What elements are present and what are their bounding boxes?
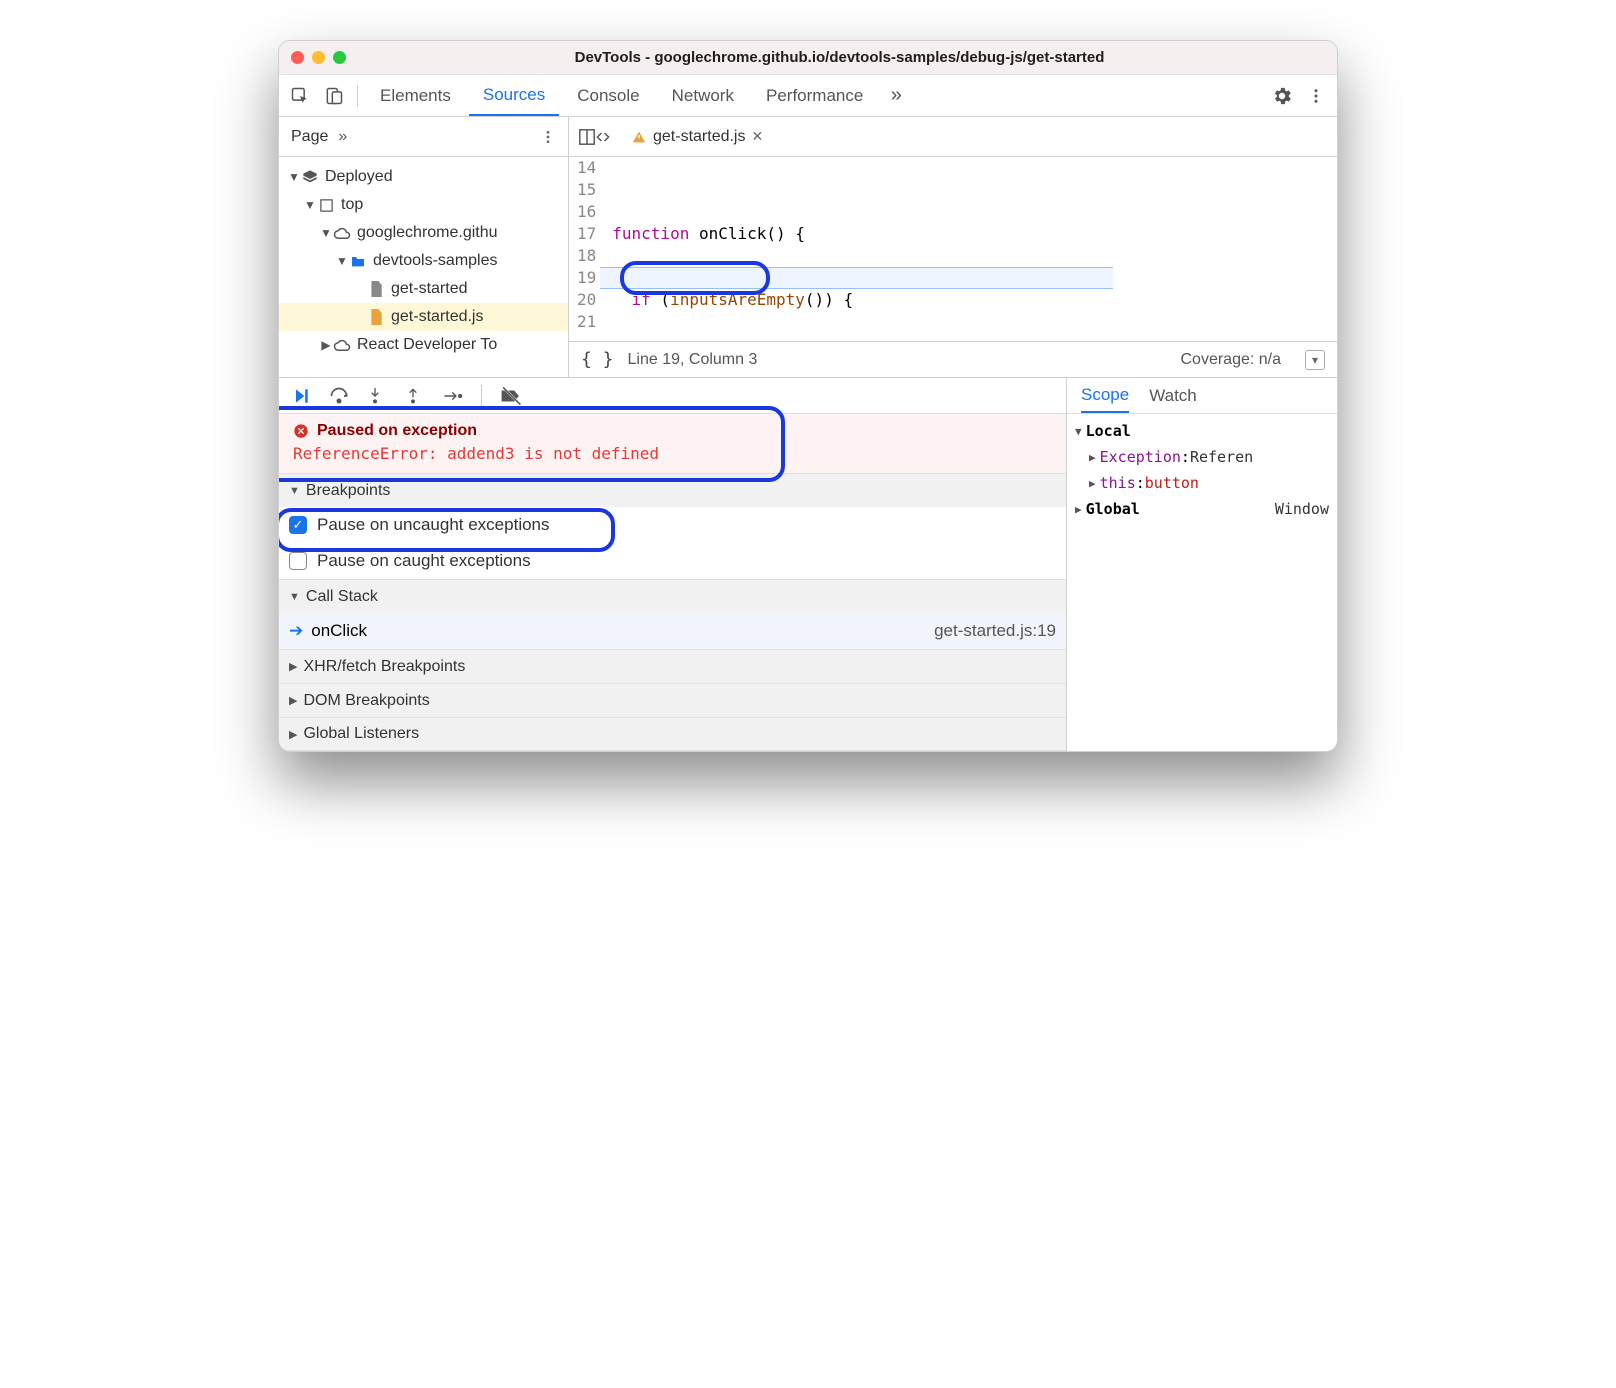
current-frame-icon: ➔ — [289, 621, 303, 641]
device-toolbar-icon[interactable] — [319, 86, 349, 106]
minimize-window-button[interactable] — [312, 51, 325, 64]
deployed-icon — [301, 168, 319, 186]
titlebar: DevTools - googlechrome.github.io/devtoo… — [279, 41, 1337, 75]
tree-folder[interactable]: ▼devtools-samples — [279, 247, 568, 275]
file-tree: ▼Deployed ▼top ▼googlechrome.githu ▼devt… — [279, 157, 568, 365]
coverage-toggle-icon[interactable]: ▾ — [1305, 350, 1325, 370]
debugger-toolbar — [279, 378, 1066, 414]
scope-tree: ▼Local ▶Exception: Referen ▶this: button… — [1067, 414, 1337, 526]
scope-global[interactable]: ▶GlobalWindow — [1067, 496, 1337, 522]
step-out-icon[interactable] — [405, 386, 425, 406]
scope-local[interactable]: ▼Local — [1067, 418, 1337, 444]
editor-status-bar: { } Line 19, Column 3 Coverage: n/a ▾ — [569, 341, 1337, 377]
global-listeners-head[interactable]: ▶Global Listeners — [279, 717, 1066, 751]
warning-icon — [631, 129, 647, 145]
checkbox-checked-icon[interactable]: ✓ — [289, 516, 307, 534]
cloud-icon — [333, 224, 351, 242]
close-tab-icon[interactable]: ✕ — [751, 128, 763, 145]
traffic-lights — [291, 51, 346, 64]
tree-extension[interactable]: ▶React Developer To — [279, 331, 568, 359]
window-title: DevTools - googlechrome.github.io/devtoo… — [354, 49, 1325, 66]
tab-performance[interactable]: Performance — [752, 75, 877, 116]
step-into-icon[interactable] — [367, 386, 387, 406]
paused-title: Paused on exception — [317, 422, 477, 440]
navigator-menu-icon[interactable] — [540, 129, 556, 145]
scope-tabstrip: Scope Watch — [1067, 378, 1337, 414]
document-icon — [367, 280, 385, 298]
xhr-section-head[interactable]: ▶XHR/fetch Breakpoints — [279, 649, 1066, 683]
scope-exception[interactable]: ▶Exception: Referen — [1067, 444, 1337, 470]
tab-scope[interactable]: Scope — [1081, 378, 1129, 413]
navigator-head: Page » — [279, 117, 568, 157]
deactivate-breakpoints-icon[interactable] — [500, 387, 520, 405]
tree-origin[interactable]: ▼googlechrome.githu — [279, 219, 568, 247]
resume-icon[interactable] — [291, 386, 311, 406]
navigator-tab-page[interactable]: Page — [291, 128, 328, 146]
pause-caught-row[interactable]: Pause on caught exceptions — [279, 543, 1066, 579]
navigator-sidebar: Page » ▼Deployed ▼top ▼googlechrome.gith… — [279, 117, 569, 377]
tab-console[interactable]: Console — [563, 75, 653, 116]
dom-section-head[interactable]: ▶DOM Breakpoints — [279, 683, 1066, 717]
tree-file-html[interactable]: get-started — [279, 275, 568, 303]
zoom-window-button[interactable] — [333, 51, 346, 64]
frame-location: get-started.js:19 — [934, 621, 1056, 641]
tab-watch[interactable]: Watch — [1149, 378, 1197, 413]
file-tab-label: get-started.js — [653, 128, 745, 146]
close-window-button[interactable] — [291, 51, 304, 64]
tab-sources[interactable]: Sources — [469, 75, 559, 116]
line-gutter: 14 15 16 17 18 19 20 21 — [569, 157, 606, 341]
pretty-print-icon[interactable]: { } — [581, 349, 614, 370]
code-body: function onClick() { if (inputsAreEmpty(… — [606, 157, 1113, 341]
file-tab-getstarted[interactable]: get-started.js ✕ — [621, 117, 773, 156]
divider — [481, 385, 482, 407]
settings-icon[interactable] — [1267, 85, 1297, 107]
panel-tabstrip: Elements Sources Console Network Perform… — [279, 75, 1337, 117]
scope-this[interactable]: ▶this: button — [1067, 470, 1337, 496]
scope-panel: Scope Watch ▼Local ▶Exception: Referen ▶… — [1067, 378, 1337, 751]
checkbox-unchecked-icon[interactable] — [289, 552, 307, 570]
code-editor[interactable]: 14 15 16 17 18 19 20 21 function onClick… — [569, 157, 1337, 341]
devtools-window: DevTools - googlechrome.github.io/devtoo… — [278, 40, 1338, 752]
script-icon — [367, 308, 385, 326]
tab-network[interactable]: Network — [658, 75, 748, 116]
tree-file-js[interactable]: get-started.js — [279, 303, 568, 331]
navigator-more-tabs-icon[interactable]: » — [338, 128, 347, 146]
tree-deployed[interactable]: ▼Deployed — [279, 163, 568, 191]
paused-error-text: ReferenceError: addend3 is not defined — [293, 444, 1052, 463]
pause-uncaught-row[interactable]: ✓ Pause on uncaught exceptions — [279, 507, 1066, 543]
error-circle-icon — [293, 423, 309, 439]
callstack-frame[interactable]: ➔ onClick get-started.js:19 — [279, 613, 1066, 649]
breakpoints-section-head[interactable]: ▼Breakpoints — [279, 473, 1066, 507]
kebab-menu-icon[interactable] — [1301, 87, 1331, 105]
step-over-icon[interactable] — [329, 386, 349, 406]
editor-panel: get-started.js ✕ 14 15 16 17 18 19 20 21 — [569, 117, 1337, 377]
coverage-label: Coverage: n/a — [1180, 351, 1281, 369]
debugger-left: Paused on exception ReferenceError: adde… — [279, 378, 1067, 751]
debugger-pane: Paused on exception ReferenceError: adde… — [279, 377, 1337, 751]
editor-nav-icons[interactable] — [573, 127, 617, 147]
tab-elements[interactable]: Elements — [366, 75, 465, 116]
more-tabs-icon[interactable]: » — [881, 84, 911, 107]
tree-top[interactable]: ▼top — [279, 191, 568, 219]
file-tabstrip: get-started.js ✕ — [569, 117, 1337, 157]
inspect-element-icon[interactable] — [285, 86, 315, 106]
main-split: Page » ▼Deployed ▼top ▼googlechrome.gith… — [279, 117, 1337, 377]
step-icon[interactable] — [443, 388, 463, 404]
divider — [357, 85, 358, 107]
paused-message: Paused on exception ReferenceError: adde… — [279, 414, 1066, 473]
callstack-section-head[interactable]: ▼Call Stack — [279, 579, 1066, 613]
cloud-icon — [333, 336, 351, 354]
cursor-position: Line 19, Column 3 — [628, 351, 758, 369]
frame-icon — [317, 196, 335, 214]
folder-icon — [349, 252, 367, 270]
